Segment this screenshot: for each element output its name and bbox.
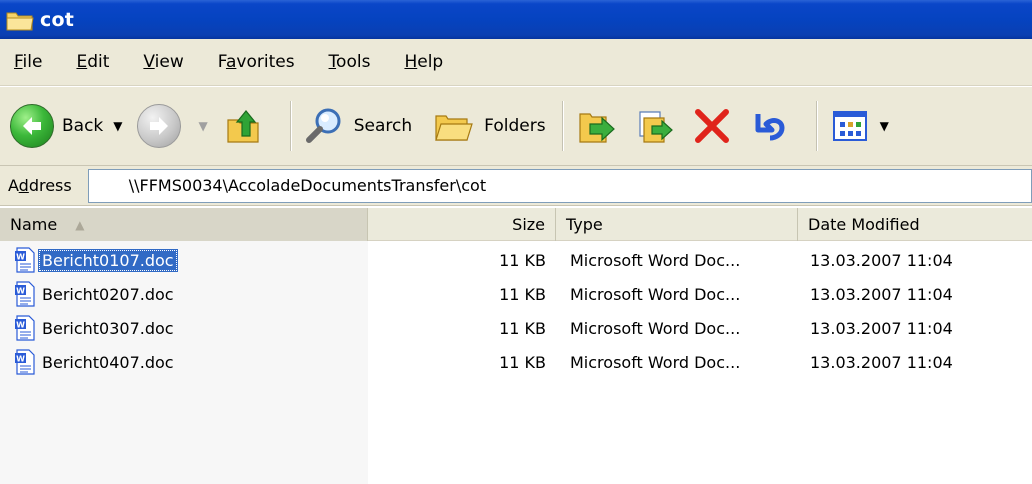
move-to-button[interactable]	[574, 98, 626, 154]
search-button[interactable]: Search	[302, 98, 412, 154]
toolbar-separator	[815, 101, 818, 151]
back-label: Back	[62, 116, 104, 136]
column-header-date-modified[interactable]: Date Modified	[798, 208, 1032, 241]
undo-icon	[748, 104, 792, 148]
forward-arrow-icon	[136, 104, 181, 148]
menu-favorites[interactable]: Favorites	[218, 52, 295, 72]
column-header-size[interactable]: Size	[368, 208, 556, 241]
svg-text:W: W	[16, 321, 25, 330]
file-type: Microsoft Word Doc...	[570, 284, 741, 304]
copy-to-icon	[632, 104, 676, 148]
file-name: Bericht0107.doc	[38, 248, 178, 272]
file-row[interactable]: W Bericht0307.doc 11 KB Microsoft Word D…	[0, 311, 1032, 345]
folder-icon	[6, 8, 34, 32]
menu-view[interactable]: View	[143, 52, 183, 72]
toolbar-separator	[289, 101, 292, 151]
folders-button[interactable]: Folders	[432, 98, 546, 154]
svg-text:W: W	[16, 253, 25, 262]
word-document-icon: W	[14, 349, 36, 375]
column-header-name[interactable]: Name ▲	[0, 208, 368, 241]
delete-x-icon	[690, 104, 734, 148]
column-header-type[interactable]: Type	[556, 208, 798, 241]
move-to-icon	[574, 104, 618, 148]
word-document-icon: W	[14, 315, 36, 341]
toolbar-separator	[561, 101, 564, 151]
window-title: cot	[40, 8, 74, 31]
up-folder-icon	[222, 104, 266, 148]
file-type: Microsoft Word Doc...	[570, 318, 741, 338]
sort-ascending-icon: ▲	[75, 217, 85, 232]
folders-icon	[432, 104, 476, 148]
file-date-modified: 13.03.2007 11:04	[810, 250, 953, 270]
undo-button[interactable]	[748, 98, 800, 154]
file-name: Bericht0407.doc	[42, 352, 174, 372]
file-size: 11 KB	[499, 318, 546, 338]
back-button[interactable]: Back ▼	[10, 98, 131, 154]
views-dropdown-arrow-icon[interactable]: ▼	[880, 119, 889, 133]
search-magnifier-icon	[302, 104, 346, 148]
folders-label: Folders	[484, 116, 546, 136]
forward-button[interactable]: ▼	[136, 98, 216, 154]
back-arrow-icon	[10, 104, 54, 148]
file-type: Microsoft Word Doc...	[570, 352, 741, 372]
menu-edit[interactable]: Edit	[76, 52, 109, 72]
file-name: Bericht0207.doc	[42, 284, 174, 304]
address-value: \\FFMS0034\AccoladeDocumentsTransfer\cot	[128, 176, 487, 195]
forward-dropdown-arrow-icon[interactable]: ▼	[199, 119, 208, 133]
svg-text:W: W	[16, 287, 25, 296]
file-date-modified: 13.03.2007 11:04	[810, 352, 953, 372]
file-date-modified: 13.03.2007 11:04	[810, 318, 953, 338]
views-button[interactable]: ▼	[828, 98, 897, 154]
views-icon	[828, 104, 872, 148]
file-row[interactable]: W Bericht0107.doc 11 KB Microsoft Word D…	[0, 243, 1032, 277]
word-document-icon: W	[14, 247, 36, 273]
file-list[interactable]: W Bericht0107.doc 11 KB Microsoft Word D…	[0, 241, 1032, 484]
title-bar[interactable]: cot	[0, 0, 1032, 39]
file-size: 11 KB	[499, 250, 546, 270]
address-bar: Address \\FFMS0034\AccoladeDocumentsTran…	[0, 166, 1032, 206]
menu-file[interactable]: File	[14, 52, 42, 72]
word-document-icon: W	[14, 281, 36, 307]
toolbar: Back ▼ ▼ Search Folders ▼	[0, 86, 1032, 166]
file-name: Bericht0307.doc	[42, 318, 174, 338]
file-date-modified: 13.03.2007 11:04	[810, 284, 953, 304]
menu-tools[interactable]: Tools	[329, 52, 371, 72]
menu-help[interactable]: Help	[404, 52, 443, 72]
search-label: Search	[353, 116, 413, 136]
file-row[interactable]: W Bericht0407.doc 11 KB Microsoft Word D…	[0, 345, 1032, 379]
copy-to-button[interactable]	[632, 98, 684, 154]
file-row[interactable]: W Bericht0207.doc 11 KB Microsoft Word D…	[0, 277, 1032, 311]
file-size: 11 KB	[499, 284, 546, 304]
back-dropdown-arrow-icon[interactable]: ▼	[113, 119, 122, 133]
up-button[interactable]	[222, 98, 274, 154]
menu-bar: File Edit View Favorites Tools Help	[0, 39, 1032, 86]
address-input[interactable]: \\FFMS0034\AccoladeDocumentsTransfer\cot	[87, 168, 1032, 203]
file-size: 11 KB	[499, 352, 546, 372]
file-type: Microsoft Word Doc...	[570, 250, 741, 270]
column-headers: Name ▲ Size Type Date Modified	[0, 208, 1032, 241]
address-label: Address	[8, 176, 72, 195]
delete-button[interactable]	[690, 98, 742, 154]
svg-text:W: W	[16, 355, 25, 364]
